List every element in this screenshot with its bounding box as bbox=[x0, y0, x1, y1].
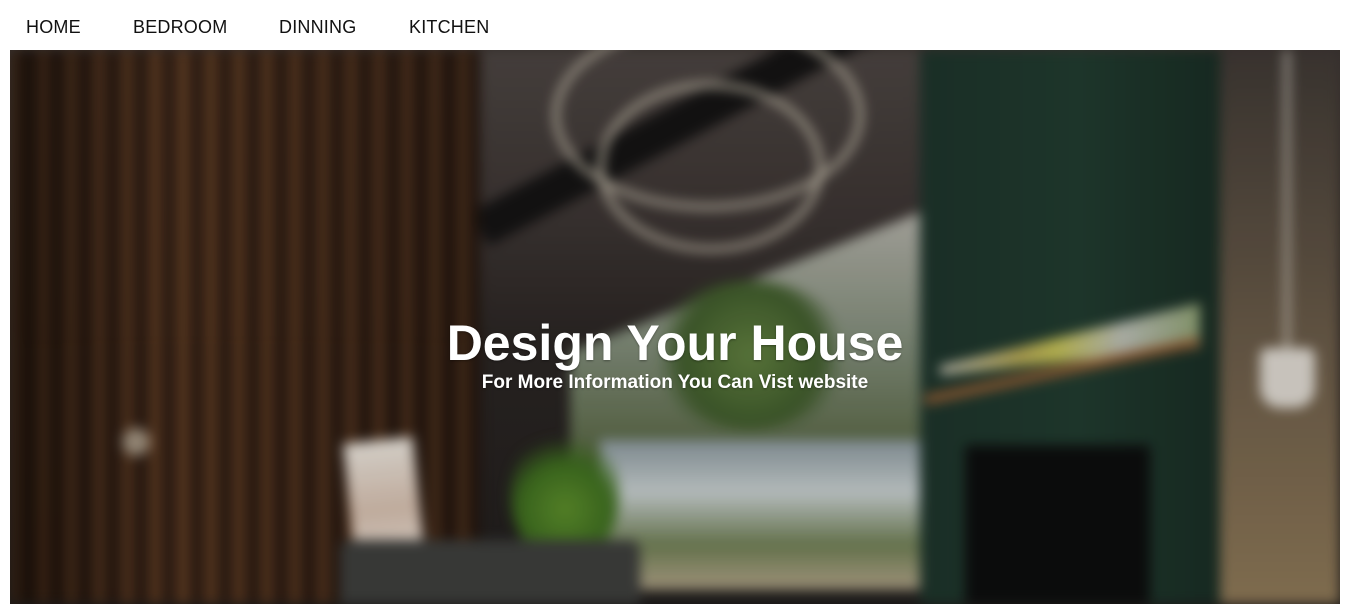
top-nav: HOME BEDROOM DINNING KITCHEN bbox=[0, 0, 1345, 50]
nav-item-dinning[interactable]: DINNING bbox=[279, 17, 356, 38]
hero-title: Design Your House bbox=[446, 315, 904, 371]
page: HOME BEDROOM DINNING KITCHEN Design Your… bbox=[0, 0, 1345, 604]
hero-subtitle: For More Information You Can Vist websit… bbox=[481, 372, 869, 393]
nav-item-home[interactable]: HOME bbox=[26, 17, 81, 38]
hero-banner: Design Your House For More Information Y… bbox=[10, 50, 1340, 604]
nav-item-bedroom[interactable]: BEDROOM bbox=[133, 17, 227, 38]
nav-item-kitchen[interactable]: KITCHEN bbox=[409, 17, 489, 38]
